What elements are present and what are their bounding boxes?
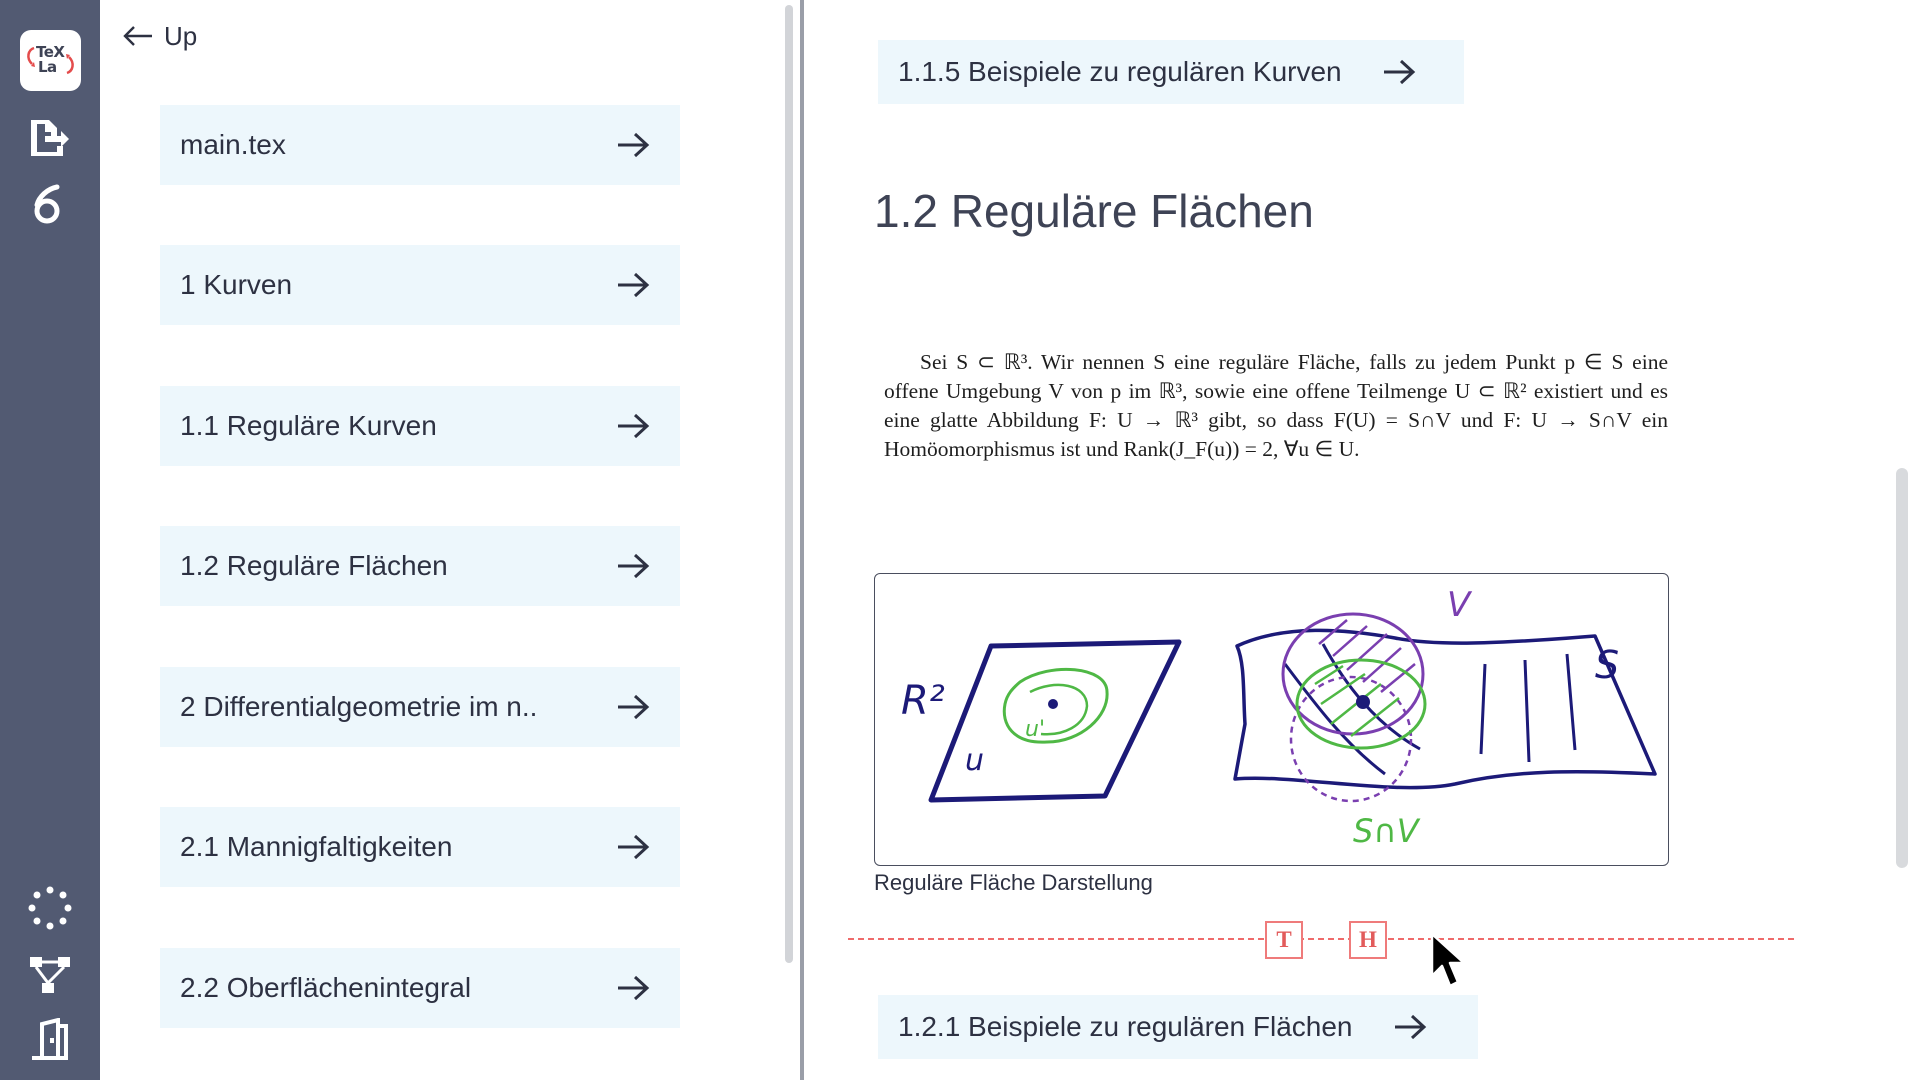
arrow-right-icon <box>618 413 650 439</box>
figure-caption: Reguläre Fläche Darstellung <box>874 870 1153 895</box>
overleaf-icon[interactable] <box>27 183 71 227</box>
sidebar-item-label: 1.2 Reguläre Flächen <box>180 550 448 581</box>
loading-dots-icon[interactable] <box>28 886 72 930</box>
texla-logo: TeX La <box>20 30 81 91</box>
sidebar-item-label: 1.1 Reguläre Kurven <box>180 410 437 441</box>
export-icon[interactable] <box>27 116 71 160</box>
next-section-label: 1.2.1 Beispiele zu regulären Flächen <box>898 1011 1353 1042</box>
sidebar-item-label: 2.1 Mannigfaltigkeiten <box>180 831 453 862</box>
definition-paragraph: Sei S ⊂ ℝ³. Wir nennen S eine reguläre F… <box>884 350 1668 461</box>
sidebar-item-mannigfaltigkeiten[interactable]: 2.1 Mannigfaltigkeiten <box>160 807 680 887</box>
up-link[interactable]: Up <box>122 16 197 56</box>
sidebar-item-label: 2.2 Oberflächenintegral <box>180 972 472 1003</box>
arrow-right-icon <box>1394 1014 1426 1040</box>
pane-divider[interactable] <box>800 0 804 1080</box>
definition-text: Sei S ⊂ ℝ³. Wir nennen S eine reguläre F… <box>884 348 1668 464</box>
arrow-right-icon <box>618 272 650 298</box>
arrow-right-icon <box>618 694 650 720</box>
mouse-cursor-icon <box>1430 932 1466 988</box>
main-scrollbar[interactable] <box>1896 468 1908 868</box>
prev-section-link[interactable]: 1.1.5 Beispiele zu regulären Kurven <box>878 40 1464 104</box>
arrow-right-icon <box>618 132 650 158</box>
figure-label-u-prime: u' <box>1025 717 1045 742</box>
sidebar-item-label: main.tex <box>180 129 286 160</box>
sidebar-item-regulaere-kurven[interactable]: 1.1 Reguläre Kurven <box>160 386 680 466</box>
arrow-right-icon <box>1383 59 1415 85</box>
surface-sketch-drawing: R² u u' V S S∩V <box>901 585 1657 850</box>
sidebar-item-label: 2 Differentialgeometrie im n.. <box>180 691 538 722</box>
prev-section-label: 1.1.5 Beispiele zu regulären Kurven <box>898 56 1342 87</box>
arrow-right-icon <box>618 553 650 579</box>
arrow-left-icon <box>123 26 152 46</box>
arrow-right-icon <box>618 975 650 1001</box>
figure-label-s: S <box>1595 643 1619 687</box>
insert-divider-line[interactable] <box>848 938 1794 940</box>
exit-icon[interactable] <box>28 1017 72 1062</box>
figure-label-u: u <box>965 743 984 778</box>
figure-sketch[interactable]: R² u u' V S S∩V <box>874 573 1669 866</box>
sidebar-scrollbar[interactable] <box>785 5 793 963</box>
arrow-right-icon <box>618 834 650 860</box>
sidebar-item-kurven[interactable]: 1 Kurven <box>160 245 680 325</box>
sidebar-item-regulaere-flaechen[interactable]: 1.2 Reguläre Flächen <box>160 526 680 606</box>
insert-heading-button[interactable]: H <box>1349 921 1387 959</box>
sidebar-item-differentialgeometrie[interactable]: 2 Differentialgeometrie im n.. <box>160 667 680 747</box>
section-title: 1.2 Reguläre Flächen <box>874 185 1314 237</box>
sidebar-item-main-tex[interactable]: main.tex <box>160 105 680 185</box>
up-label: Up <box>164 20 198 51</box>
next-section-link[interactable]: 1.2.1 Beispiele zu regulären Flächen <box>878 995 1478 1059</box>
structure-tree-icon[interactable] <box>28 953 72 997</box>
sidebar-item-oberflaechenintegral[interactable]: 2.2 Oberflächenintegral <box>160 948 680 1028</box>
insert-text-button[interactable]: T <box>1265 921 1303 959</box>
sidebar-item-label: 1 Kurven <box>180 269 293 300</box>
figure-label-v: V <box>1447 585 1473 625</box>
figure-label-s-cap-v: S∩V <box>1353 812 1421 850</box>
left-rail: TeX La <box>0 0 100 1080</box>
figure-label-r2: R² <box>901 678 945 724</box>
